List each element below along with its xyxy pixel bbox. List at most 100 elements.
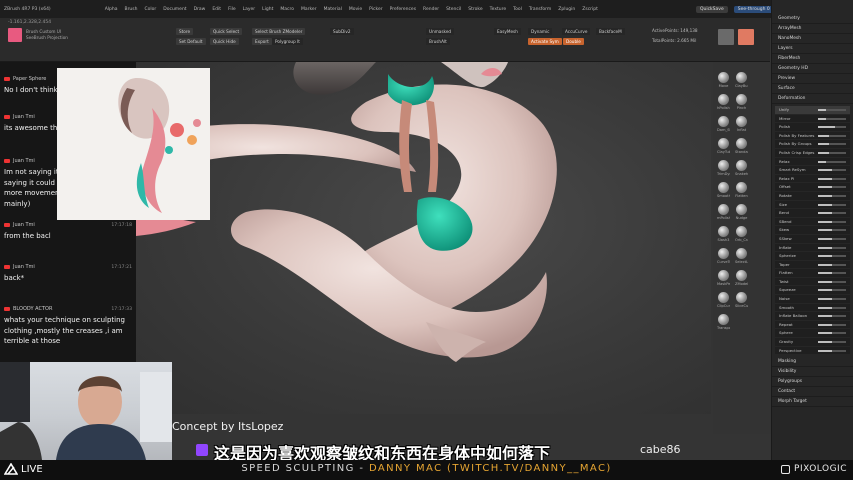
- deformation-slider[interactable]: Smart ReSym: [775, 166, 850, 175]
- deformation-slider[interactable]: Spherize: [775, 252, 850, 261]
- brush-tool[interactable]: Dam_Standard: [717, 116, 730, 132]
- brush-tool[interactable]: Move: [717, 72, 730, 88]
- deformation-slider[interactable]: SSkew: [775, 235, 850, 244]
- quick-hide-button[interactable]: Quick Hide: [210, 38, 239, 45]
- deformation-slider[interactable]: Twist: [775, 278, 850, 287]
- brush-tool[interactable]: Nudge: [735, 204, 748, 220]
- unmasked-button[interactable]: Unmasked: [426, 28, 455, 35]
- slider-track[interactable]: [818, 169, 846, 172]
- secondary-color-swatch[interactable]: [718, 29, 734, 45]
- menu-item-zplugin[interactable]: Zplugin: [558, 7, 575, 12]
- slider-track[interactable]: [818, 212, 846, 215]
- slider-track[interactable]: [818, 332, 846, 335]
- slider-track[interactable]: [818, 263, 846, 266]
- backface-mask-button[interactable]: BackfaceM: [596, 28, 625, 35]
- slider-track[interactable]: [818, 160, 846, 163]
- section-visibility[interactable]: Visibility: [772, 367, 853, 378]
- accucurve-button[interactable]: AccuCurve: [562, 28, 591, 35]
- menu-item-transform[interactable]: Transform: [529, 7, 551, 12]
- deformation-slider[interactable]: Size: [775, 201, 850, 210]
- menu-item-stencil[interactable]: Stencil: [446, 7, 461, 12]
- export-button[interactable]: Export: [252, 38, 272, 45]
- deformation-slider[interactable]: Polish By Groups: [775, 140, 850, 149]
- menu-item-light[interactable]: Light: [262, 7, 273, 12]
- slider-track[interactable]: [818, 151, 846, 154]
- brush-tool[interactable]: mPolish: [717, 204, 730, 220]
- menu-item-color[interactable]: Color: [145, 7, 157, 12]
- deformation-slider[interactable]: Skew: [775, 226, 850, 235]
- menu-item-render[interactable]: Render: [423, 7, 439, 12]
- menu-item-edit[interactable]: Edit: [212, 7, 221, 12]
- quicksave-button[interactable]: QuickSave: [695, 5, 728, 13]
- menu-item-file[interactable]: File: [228, 7, 236, 12]
- activate-symmetry-button[interactable]: Activate Sym: [528, 38, 562, 45]
- menu-item-alpha[interactable]: Alpha: [105, 7, 118, 12]
- easymesh-button[interactable]: EasyMesh: [494, 28, 521, 35]
- canvas-viewport[interactable]: [136, 62, 711, 414]
- slider-track[interactable]: [818, 177, 846, 180]
- menu-item-macro[interactable]: Macro: [280, 7, 294, 12]
- section-contact[interactable]: Contact: [772, 387, 853, 398]
- deformation-slider[interactable]: Inflate Balloon: [775, 312, 850, 321]
- brush-tool[interactable]: Standard: [735, 138, 748, 154]
- deformation-slider[interactable]: Relax Pl: [775, 175, 850, 184]
- section-polygroups[interactable]: Polygroups: [772, 377, 853, 388]
- deformation-slider[interactable]: Polish By Features: [775, 132, 850, 141]
- double-button[interactable]: Double: [563, 38, 584, 45]
- slider-track[interactable]: [818, 349, 846, 352]
- brush-tool[interactable]: ClayBuild: [735, 72, 748, 88]
- deformation-slider[interactable]: SBend: [775, 218, 850, 227]
- brush-tool[interactable]: Orb_Cracks: [735, 226, 748, 242]
- slider-track[interactable]: [818, 315, 846, 318]
- menu-item-marker[interactable]: Marker: [301, 7, 317, 12]
- slider-track[interactable]: [818, 246, 846, 249]
- menu-item-texture[interactable]: Texture: [490, 7, 506, 12]
- deformation-slider[interactable]: Polish: [775, 123, 850, 132]
- main-color-swatch[interactable]: [738, 29, 754, 45]
- slider-track[interactable]: [818, 143, 846, 146]
- brush-tool[interactable]: Snakehook: [735, 160, 748, 176]
- section-geometry[interactable]: Geometry: [772, 14, 853, 24]
- brush-tool[interactable]: Pinch: [735, 94, 748, 110]
- brush-tool[interactable]: Flatten: [735, 182, 748, 198]
- section-arraymesh[interactable]: ArrayMesh: [772, 24, 853, 34]
- deformation-slider[interactable]: Relax: [775, 158, 850, 167]
- brush-tool[interactable]: SliceCurve: [735, 292, 748, 308]
- slider-track[interactable]: [818, 109, 846, 111]
- deformation-slider[interactable]: Bend: [775, 209, 850, 218]
- menu-item-stroke[interactable]: Stroke: [468, 7, 482, 12]
- brush-tool[interactable]: Smooth: [717, 182, 730, 198]
- menu-item-movie[interactable]: Movie: [349, 7, 362, 12]
- slider-track[interactable]: [818, 229, 846, 232]
- slider-track[interactable]: [818, 203, 846, 206]
- menu-item-zscript[interactable]: Zscript: [582, 7, 598, 12]
- deformation-slider[interactable]: Squeeze: [775, 286, 850, 296]
- brush-tool[interactable]: hPolish: [717, 94, 730, 110]
- section-deformation[interactable]: Deformation: [772, 94, 853, 104]
- brush-tool[interactable]: CurveTube: [717, 248, 730, 264]
- deformation-slider[interactable]: Rotate: [775, 192, 850, 201]
- deformation-slider[interactable]: Noise: [775, 295, 850, 304]
- slider-track[interactable]: [818, 255, 846, 258]
- deformation-slider[interactable]: Smooth: [775, 304, 850, 313]
- section-nanomesh[interactable]: NanoMesh: [772, 34, 853, 44]
- brush-tool[interactable]: Slash3: [717, 226, 730, 242]
- deformation-slider[interactable]: Gravity: [775, 338, 850, 347]
- subdivision-button[interactable]: SubDiv2: [330, 28, 354, 35]
- slider-track[interactable]: [818, 220, 846, 223]
- section-fibermesh[interactable]: FiberMesh: [772, 54, 853, 64]
- brush-tool[interactable]: TrimDynamic: [717, 160, 730, 176]
- brush-tool[interactable]: ClipCurve: [717, 292, 730, 308]
- slider-track[interactable]: [818, 280, 846, 283]
- section-morph-target[interactable]: Morph Target: [772, 397, 853, 408]
- menu-item-layer[interactable]: Layer: [243, 7, 256, 12]
- section-layers[interactable]: Layers: [772, 44, 853, 54]
- section-surface[interactable]: Surface: [772, 84, 853, 94]
- deformation-slider[interactable]: Sphere: [775, 329, 850, 339]
- deformation-slider[interactable]: Offset: [775, 183, 850, 192]
- brush-icon[interactable]: [8, 28, 22, 42]
- menu-item-brush[interactable]: Brush: [125, 7, 138, 12]
- slider-track[interactable]: [818, 237, 846, 240]
- deformation-slider[interactable]: Perspective: [775, 347, 850, 356]
- section-masking[interactable]: Masking: [772, 357, 853, 368]
